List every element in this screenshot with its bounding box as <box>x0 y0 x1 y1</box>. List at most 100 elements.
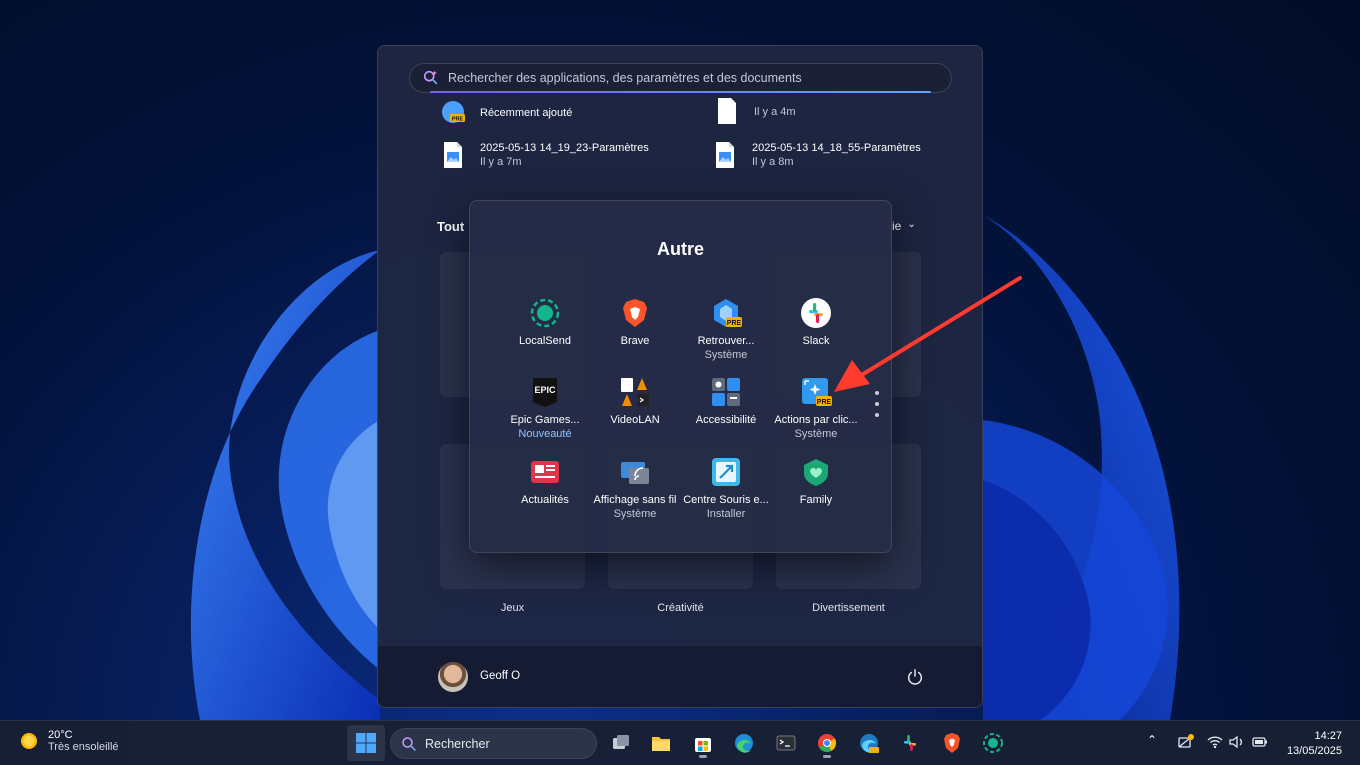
brave-icon <box>944 733 960 753</box>
app-centre-souris[interactable]: Centre Souris e... Installer <box>678 456 774 520</box>
app-icon: PRE <box>442 101 465 123</box>
wifi-icon[interactable] <box>1206 733 1224 751</box>
weather-condition: Très ensoleillé <box>48 741 119 753</box>
recent-item-title: 2025-05-13 14_19_23-Paramètres <box>480 142 649 154</box>
family-icon <box>804 459 828 486</box>
taskbar-chrome[interactable] <box>808 725 846 761</box>
app-videolan[interactable]: VideoLAN <box>587 376 683 426</box>
recent-item[interactable]: Il y a 4m <box>714 96 796 126</box>
app-subtitle: Système <box>704 349 748 361</box>
clock[interactable]: 14:27 13/05/2025 <box>1287 729 1342 759</box>
news-icon <box>531 461 559 483</box>
start-search-bar[interactable] <box>409 63 952 93</box>
mouse-keyboard-center-icon <box>712 458 740 486</box>
sun-icon <box>21 733 37 749</box>
chrome-icon <box>818 734 837 753</box>
image-file-icon <box>716 142 734 168</box>
app-subtitle: Installer <box>706 508 746 520</box>
clock-time: 14:27 <box>1314 730 1342 742</box>
videolan-folder-icon <box>621 378 649 406</box>
app-name: Actualités <box>521 494 569 506</box>
localsend-icon <box>530 298 560 328</box>
store-icon <box>695 738 711 752</box>
app-name: Brave <box>620 335 650 347</box>
edge-canary-icon <box>860 734 879 753</box>
app-accessibilite[interactable]: Accessibilité <box>678 376 774 426</box>
taskbar: 20°C Très ensoleillé Rechercher ⌃ 14:27 … <box>0 720 1360 765</box>
app-name: LocalSend <box>519 335 571 347</box>
start-search-input[interactable] <box>448 71 928 85</box>
taskbar-edge[interactable] <box>725 725 763 761</box>
recent-item-time: Il y a 8m <box>752 156 794 168</box>
start-menu-footer: Geoff O <box>378 645 982 707</box>
file-icon <box>718 98 736 124</box>
running-indicator <box>699 755 707 758</box>
category-view-dropdown[interactable]: rie ⌄ <box>888 219 916 233</box>
app-name: Actions par clic... <box>774 414 858 426</box>
app-actualites[interactable]: Actualités <box>497 456 593 506</box>
folder-title: Autre <box>656 239 704 259</box>
start-button[interactable] <box>347 725 385 761</box>
app-name: Family <box>799 494 833 506</box>
battery-icon[interactable] <box>1251 733 1269 751</box>
app-localsend[interactable]: LocalSend <box>497 297 593 347</box>
task-view-button[interactable] <box>602 725 640 761</box>
task-view-icon <box>613 735 629 749</box>
search-icon <box>423 70 438 85</box>
clock-date: 13/05/2025 <box>1286 745 1342 757</box>
taskbar-file-explorer[interactable] <box>642 725 680 761</box>
power-icon[interactable] <box>906 668 924 686</box>
taskbar-store[interactable] <box>684 725 722 761</box>
recent-item-title: 2025-05-13 14_18_55-Paramètres <box>752 142 921 154</box>
terminal-icon <box>776 735 796 751</box>
category-name-entertainment: Divertissement <box>812 602 885 614</box>
recent-item[interactable]: 2025-05-13 14_19_23-Paramètres Il y a 7m <box>440 140 649 170</box>
taskbar-search-label: Rechercher <box>425 736 490 751</box>
recall-icon: PRE <box>714 299 742 327</box>
image-file-icon <box>444 142 462 168</box>
app-name: Accessibilité <box>695 414 757 426</box>
app-affichage-sans-fil[interactable]: Affichage sans fil Système <box>587 456 683 520</box>
weather-widget[interactable]: 20°C Très ensoleillé <box>18 729 119 753</box>
windows-logo-icon <box>356 733 376 753</box>
accessibility-folder-icon <box>712 378 740 406</box>
taskbar-localsend[interactable] <box>974 725 1012 761</box>
folder-icon <box>652 737 670 751</box>
pre-badge: PRE <box>727 320 742 327</box>
app-retrouver[interactable]: PRE Retrouver... Système <box>678 297 774 361</box>
recent-item[interactable]: PRE Récemment ajouté <box>440 98 572 128</box>
app-name: Epic Games... <box>510 414 580 426</box>
taskbar-slack[interactable] <box>891 725 929 761</box>
taskbar-search[interactable]: Rechercher <box>390 728 597 759</box>
chevron-up-icon[interactable]: ⌃ <box>1147 733 1165 751</box>
taskbar-brave[interactable] <box>933 725 971 761</box>
localsend-icon <box>983 733 1003 753</box>
app-name: Centre Souris e... <box>683 494 769 506</box>
app-subtitle: Système <box>613 508 657 520</box>
taskbar-edge-canary[interactable] <box>850 725 888 761</box>
app-family[interactable]: Family <box>768 456 864 506</box>
volume-icon[interactable] <box>1228 733 1246 751</box>
app-brave[interactable]: Brave <box>587 297 683 347</box>
weather-temperature: 20°C <box>48 729 73 741</box>
app-subtitle: Système <box>794 428 838 440</box>
pre-badge: PRE <box>817 399 832 406</box>
chevron-down-icon: ⌄ <box>907 219 916 230</box>
taskbar-terminal[interactable] <box>767 725 805 761</box>
search-icon <box>402 736 416 751</box>
category-name-games: Jeux <box>500 602 525 614</box>
recent-item-time: Il y a 4m <box>754 106 796 118</box>
app-epic-games[interactable]: EPIC Epic Games... Nouveauté <box>497 376 593 440</box>
edge-icon <box>735 734 753 753</box>
recent-item-title: Récemment ajouté <box>480 107 573 119</box>
avatar[interactable] <box>438 662 468 692</box>
all-apps-label[interactable]: Tout <box>437 219 464 234</box>
app-subtitle: Nouveauté <box>518 428 572 440</box>
recent-item-time: Il y a 7m <box>480 156 522 168</box>
recent-item[interactable]: 2025-05-13 14_18_55-Paramètres Il y a 8m <box>712 140 921 170</box>
epic-logo: EPIC <box>534 385 556 395</box>
user-name[interactable]: Geoff O <box>480 670 520 682</box>
notification-tray-icon[interactable] <box>1177 733 1195 751</box>
app-name: VideoLAN <box>610 414 660 426</box>
running-indicator <box>823 755 831 758</box>
